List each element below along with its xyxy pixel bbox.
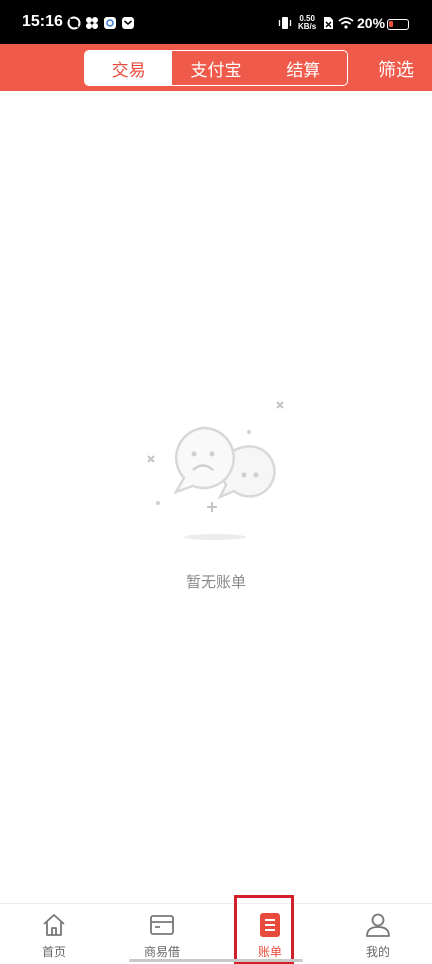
bill-icon: [260, 913, 280, 937]
mail-icon: [122, 17, 134, 29]
app-notification-icon: [86, 17, 98, 29]
status-bar: 15:16 0.50 KB/s 20%: [0, 0, 432, 44]
home-indicator[interactable]: [129, 959, 303, 962]
battery-percent: 20%: [357, 15, 386, 31]
card-icon: [150, 915, 174, 935]
nav-label-loan: 商易借: [143, 945, 180, 959]
vibrate-icon: [278, 17, 292, 29]
tab-alipay[interactable]: 支付宝: [172, 51, 259, 85]
sad-chat-bubbles-icon: [147, 401, 284, 540]
no-sim-icon: [324, 17, 333, 29]
segment-control: 交易 支付宝 结算: [84, 50, 348, 86]
nav-label-home: 首页: [41, 945, 66, 959]
bottom-nav: 首页 商易借 账单 我的: [0, 903, 432, 964]
nav-label-profile: 我的: [365, 945, 390, 959]
user-icon: [366, 913, 390, 937]
tab-settlement[interactable]: 结算: [260, 51, 347, 85]
network-speed: 0.50 KB/s: [298, 14, 317, 31]
nav-label-bills: 账单: [257, 945, 282, 959]
sync-icon: [67, 16, 81, 30]
wifi-icon: [338, 17, 354, 29]
home-icon: [43, 914, 65, 936]
nav-item-loan[interactable]: 商易借: [108, 904, 216, 964]
battery-icon: [387, 19, 409, 30]
status-time: 15:16: [22, 13, 63, 30]
app-badge-icon: [104, 17, 116, 29]
tab-transactions[interactable]: 交易: [85, 51, 173, 85]
filter-button[interactable]: 筛选: [378, 56, 414, 82]
nav-item-home[interactable]: 首页: [0, 904, 108, 964]
empty-state-text: 暂无账单: [185, 573, 246, 591]
nav-item-profile[interactable]: 我的: [324, 904, 432, 964]
nav-item-bills[interactable]: 账单: [216, 904, 324, 964]
header-bar: 交易 支付宝 结算 筛选: [0, 44, 432, 91]
